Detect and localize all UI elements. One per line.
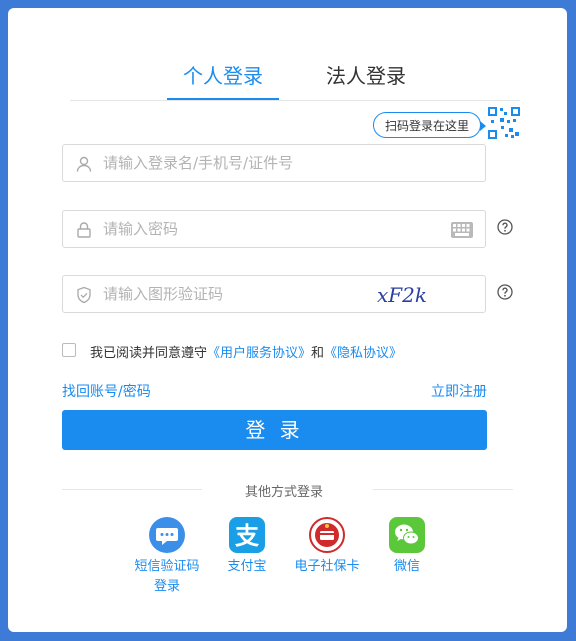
user-agreement-link[interactable]: 《用户服务协议》: [207, 346, 311, 361]
social-security-label: 电子社保卡: [294, 559, 360, 574]
svg-text:xF2k: xF2k: [377, 283, 427, 307]
other-methods-title: 其他方式登录: [245, 485, 324, 500]
svg-text:支: 支: [235, 522, 260, 550]
login-button[interactable]: 登 录: [62, 410, 487, 450]
captcha-image-icon: xF2k: [377, 283, 427, 307]
alipay-icon: 支: [229, 517, 265, 553]
tab-personal-login[interactable]: 个人登录: [183, 60, 263, 89]
username-input[interactable]: [103, 145, 443, 181]
wechat-label: 微信: [393, 559, 420, 574]
agreement-and: 和: [311, 346, 325, 361]
password-input[interactable]: [103, 211, 443, 247]
alipay-label: 支付宝: [227, 559, 267, 574]
forgot-password-link[interactable]: 找回账号/密码: [62, 381, 151, 401]
user-icon: [76, 156, 92, 172]
divider-right: [373, 489, 513, 490]
sms-icon: [149, 517, 185, 553]
wechat-icon: [389, 517, 425, 553]
sms-login-label: 短信验证码登录: [134, 559, 200, 594]
sms-login-method[interactable]: 短信验证码登录: [127, 517, 207, 597]
captcha-help-icon[interactable]: [497, 284, 513, 300]
captcha-field[interactable]: xF2k: [62, 275, 486, 313]
lock-icon: [77, 222, 91, 238]
keyboard-icon[interactable]: [451, 222, 473, 238]
wechat-login-method[interactable]: 微信: [367, 517, 447, 577]
captcha-image[interactable]: xF2k: [373, 282, 463, 308]
privacy-link[interactable]: 《隐私协议》: [324, 346, 402, 361]
alipay-login-method[interactable]: 支 支付宝: [207, 517, 287, 577]
password-help-icon[interactable]: [497, 219, 513, 235]
tab-divider: [70, 100, 520, 101]
tab-legal-login[interactable]: 法人登录: [326, 60, 406, 89]
social-security-card-icon: [309, 517, 345, 553]
username-field[interactable]: [62, 144, 486, 182]
password-field[interactable]: [62, 210, 486, 248]
qr-login-tooltip[interactable]: 扫码登录在这里: [373, 112, 486, 138]
agreement-prefix: 我已阅读并同意遵守: [90, 346, 208, 361]
shield-icon: [77, 286, 91, 304]
divider-left: [62, 489, 202, 490]
register-link[interactable]: 立即注册: [431, 381, 487, 401]
social-security-login-method[interactable]: 电子社保卡: [287, 517, 367, 577]
qr-code-icon[interactable]: [487, 106, 521, 140]
agreement-checkbox[interactable]: [62, 343, 76, 357]
agreement-text: 我已阅读并同意遵守《用户服务协议》和《隐私协议》: [90, 342, 402, 361]
